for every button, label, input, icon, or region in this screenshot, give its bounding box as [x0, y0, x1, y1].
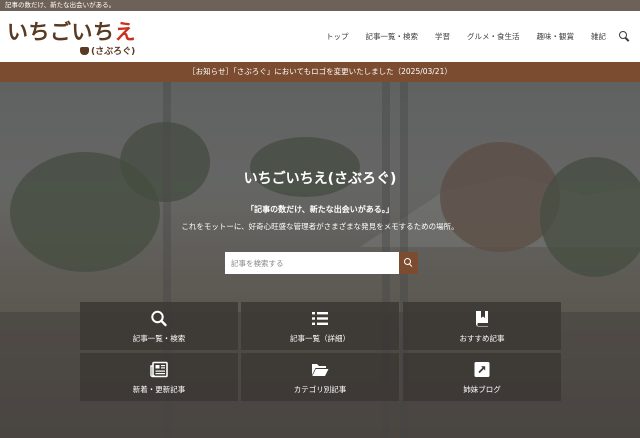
tile-new-updated[interactable]: 新着・更新記事 — [80, 353, 238, 401]
tile-label: 記事一覧・検索 — [132, 334, 186, 343]
hero-search — [225, 252, 418, 274]
search-icon[interactable] — [619, 31, 630, 42]
list-icon — [312, 312, 328, 325]
folder-open-icon — [312, 364, 329, 376]
tile-article-list[interactable]: 記事一覧（詳細） — [241, 302, 399, 350]
tile-sister-blog[interactable]: 姉妹ブログ — [403, 353, 561, 401]
site-logo[interactable]: いちごいちえ (さぶろぐ) — [7, 20, 136, 57]
logo-wordmark: いちごいちえ — [7, 20, 136, 44]
nav-item-gourmet[interactable]: グルメ・食生活 — [467, 31, 520, 42]
nav-item-hobby[interactable]: 趣味・観賞 — [537, 31, 575, 42]
tagline-text: 記事の数だけ、新たな出会いがある。 — [5, 1, 116, 9]
nav-item-articles[interactable]: 記事一覧・検索 — [366, 31, 419, 42]
logo-subtitle-text: (さぶろぐ) — [91, 47, 136, 57]
tile-label: 新着・更新記事 — [132, 385, 186, 394]
nav-item-study[interactable]: 学習 — [435, 31, 450, 42]
tile-article-search[interactable]: 記事一覧・検索 — [80, 302, 238, 350]
notice-text: ［お知らせ］「さぶろぐ」においてもロゴを変更いたしました（2025/03/21） — [188, 67, 452, 76]
logo-subtitle: (さぶろぐ) — [80, 44, 135, 57]
search-input[interactable] — [225, 252, 399, 274]
main-nav: トップ 記事一覧・検索 学習 グルメ・食生活 趣味・観賞 雑記 — [309, 11, 630, 62]
hero-section: いちごいちえ(さぶろぐ) 「記事の数だけ、新たな出会いがある。」 これをモットー… — [0, 82, 640, 438]
hero-motto: 「記事の数だけ、新たな出会いがある。」 — [246, 205, 394, 214]
bookmark-book-icon — [476, 311, 488, 327]
search-button[interactable] — [399, 252, 418, 274]
notice-banner[interactable]: ［お知らせ］「さぶろぐ」においてもロゴを変更いたしました（2025/03/21） — [0, 62, 640, 82]
top-tagline-bar: 記事の数だけ、新たな出会いがある。 — [0, 0, 640, 11]
tile-category[interactable]: カテゴリ別記事 — [241, 353, 399, 401]
search-icon — [151, 310, 167, 327]
tile-label: 姉妹ブログ — [463, 385, 501, 394]
tile-label: 記事一覧（詳細） — [290, 334, 350, 343]
nav-item-misc[interactable]: 雑記 — [591, 31, 606, 42]
hero-title: いちごいちえ(さぶろぐ) — [243, 171, 397, 187]
tile-label: おすすめ記事 — [459, 334, 505, 343]
newspaper-icon — [150, 361, 168, 378]
logo-text-main: いちごいち — [7, 20, 115, 44]
logo-text-accent: え — [114, 20, 136, 44]
pot-icon — [80, 47, 89, 55]
nav-item-top[interactable]: トップ — [326, 31, 349, 42]
site-header: いちごいちえ (さぶろぐ) トップ 記事一覧・検索 学習 グルメ・食生活 趣味・… — [0, 11, 640, 62]
tile-label: カテゴリ別記事 — [293, 385, 347, 394]
tile-recommended[interactable]: おすすめ記事 — [403, 302, 561, 350]
hero-description: これをモットーに、好奇心旺盛な管理者がさまざまな発見をメモするための場所。 — [181, 222, 459, 231]
external-link-icon — [474, 362, 490, 377]
